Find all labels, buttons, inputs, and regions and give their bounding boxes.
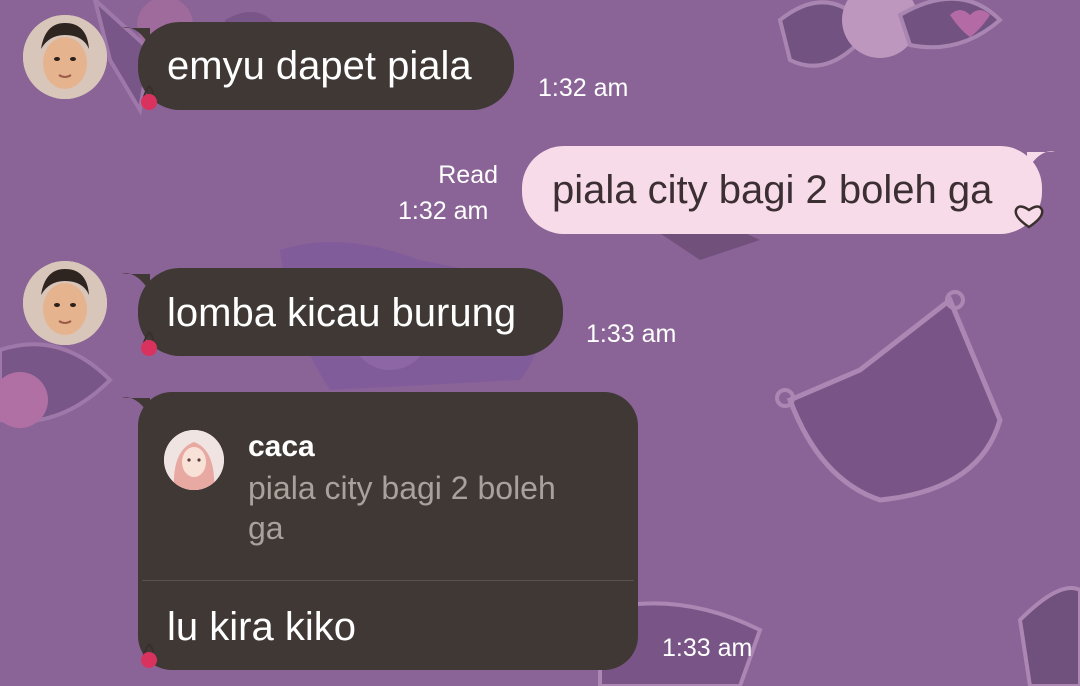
quoted-sender-name: caca [248, 430, 315, 463]
contact-avatar[interactable] [23, 261, 107, 345]
message-bubble-outgoing[interactable]: piala city bagi 2 boleh ga [522, 146, 1042, 234]
message-time: 1:33 am [662, 634, 753, 662]
avatar-photo-icon [23, 15, 107, 99]
read-status: Read [438, 161, 498, 189]
bubble-tail-icon [1027, 151, 1055, 170]
cherry-icon [141, 643, 157, 668]
heart-outline-icon [1014, 205, 1044, 229]
contact-avatar[interactable] [23, 15, 107, 99]
avatar-photo-icon [164, 430, 224, 490]
avatar-photo-icon [23, 261, 107, 345]
message-bubble-reply[interactable]: caca piala city bagi 2 boleh ga lu kira … [138, 392, 638, 670]
message-time: 1:33 am [586, 320, 677, 348]
message-bubble-incoming[interactable]: emyu dapet piala [138, 22, 514, 110]
quoted-message-text: piala city bagi 2 boleh ga [248, 470, 556, 546]
cherry-icon [141, 331, 157, 356]
message-text: piala city bagi 2 boleh ga [552, 168, 993, 212]
message-time: 1:32 am [398, 197, 489, 225]
bubble-tail-icon [122, 397, 150, 416]
message-text: lomba kicau burung [167, 291, 517, 335]
reply-divider [142, 580, 634, 581]
cherry-icon [141, 85, 157, 110]
message-time: 1:32 am [538, 74, 629, 102]
reply-quote[interactable]: caca piala city bagi 2 boleh ga [138, 392, 638, 580]
bubble-tail-icon [122, 273, 150, 292]
quoted-avatar [164, 430, 224, 490]
message-text: lu kira kiko [167, 605, 356, 649]
bubble-tail-icon [122, 27, 150, 46]
message-text: emyu dapet piala [167, 44, 472, 88]
message-bubble-incoming[interactable]: lomba kicau burung [138, 268, 563, 356]
